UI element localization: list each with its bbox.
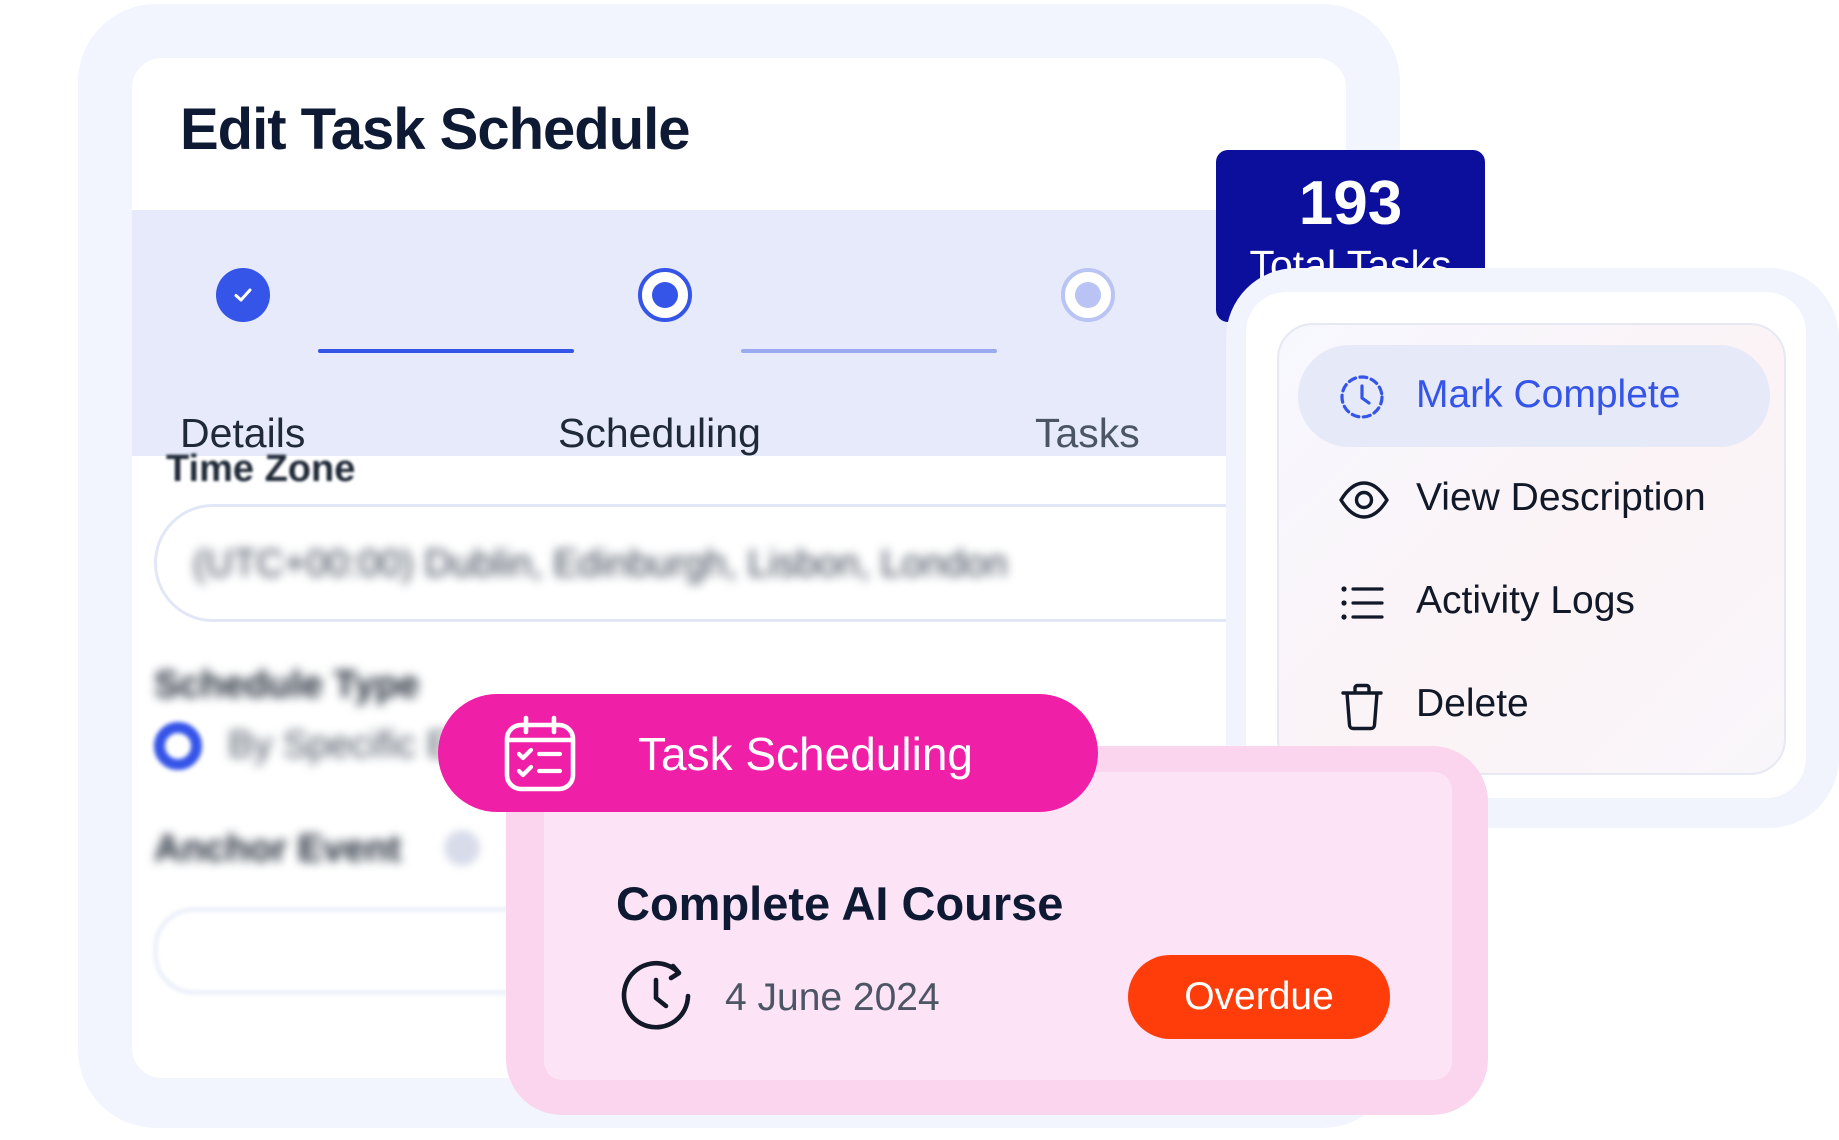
- task-title: Complete AI Course: [616, 877, 1064, 930]
- total-tasks-count: 193: [1298, 169, 1403, 238]
- menu-item-activity-logs[interactable]: Activity Logs: [1298, 551, 1770, 653]
- anchor-event-label: Anchor Event: [154, 828, 402, 870]
- step-scheduling-current-icon[interactable]: [638, 268, 692, 322]
- list-icon: [1341, 586, 1384, 620]
- menu-item-mark-complete[interactable]: Mark Complete: [1298, 345, 1770, 447]
- history-icon: [621, 960, 691, 1030]
- info-icon[interactable]: [444, 830, 480, 866]
- menu-item-delete[interactable]: Delete: [1298, 654, 1770, 756]
- step-details-complete-icon[interactable]: [216, 268, 270, 322]
- pill-label: Task Scheduling: [638, 728, 973, 780]
- menu-item-label: Mark Complete: [1416, 373, 1681, 416]
- task-due-date: 4 June 2024: [725, 976, 940, 1019]
- time-zone-value: (UTC+00:00) Dublin, Edinburgh, Lisbon, L…: [193, 543, 1008, 585]
- eye-icon: [1339, 481, 1389, 519]
- stepper: Details Scheduling Tasks: [132, 210, 1346, 456]
- schedule-type-radio[interactable]: [154, 722, 202, 770]
- step-tasks-upcoming-icon[interactable]: [1061, 268, 1115, 322]
- calendar-checklist-icon: [504, 715, 576, 792]
- step-label-scheduling[interactable]: Scheduling: [558, 410, 761, 457]
- menu-item-label: Delete: [1416, 682, 1529, 725]
- schedule-type-label: Schedule Type: [154, 664, 420, 706]
- time-zone-label: Time Zone: [166, 448, 356, 490]
- check-icon: [234, 288, 252, 302]
- task-scheduling-pill: Task Scheduling: [438, 694, 1098, 812]
- clock-dashed-icon: [1340, 375, 1384, 419]
- step-connector: [318, 349, 574, 353]
- menu-item-label: View Description: [1416, 476, 1706, 519]
- menu-item-view-description[interactable]: View Description: [1298, 448, 1770, 550]
- step-label-tasks[interactable]: Tasks: [1035, 410, 1140, 457]
- time-zone-select[interactable]: (UTC+00:00) Dublin, Edinburgh, Lisbon, L…: [154, 504, 1346, 622]
- step-connector: [741, 349, 997, 353]
- page-title: Edit Task Schedule: [180, 97, 691, 162]
- menu-item-label: Activity Logs: [1416, 579, 1635, 622]
- status-badge: Overdue: [1128, 955, 1390, 1039]
- trash-icon: [1341, 683, 1383, 731]
